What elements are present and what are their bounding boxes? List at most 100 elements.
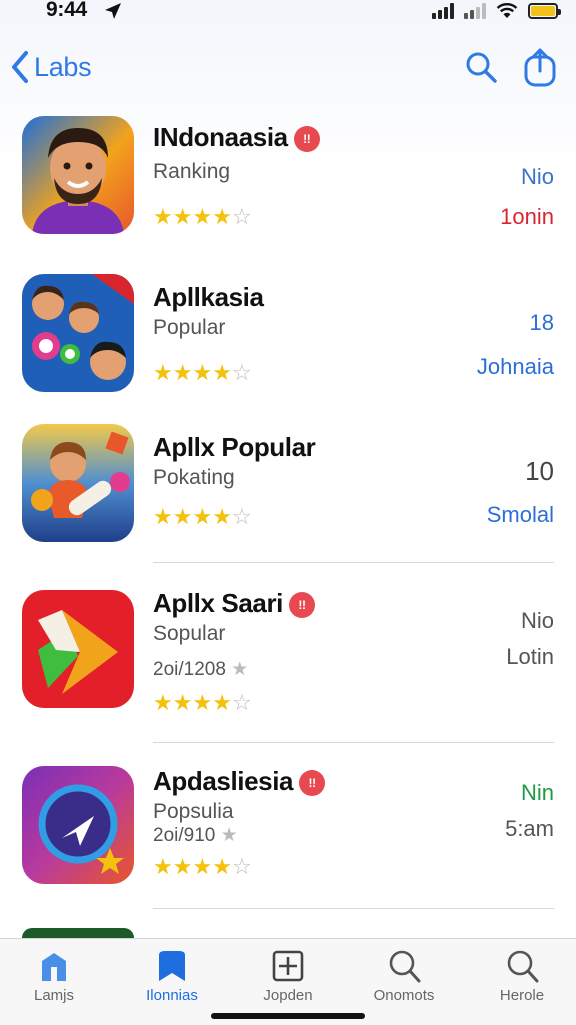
tab-bar: Lamjs Ilonnias Jopden Onomots Herole: [0, 938, 576, 1025]
arrow-logo-icon: [22, 590, 134, 708]
app-meta-top: Nin: [520, 780, 554, 805]
app-icon-avatar[interactable]: [22, 116, 134, 234]
app-name[interactable]: Apllkasia: [153, 282, 264, 313]
app-extra-text: 2oi/910: [153, 825, 216, 846]
battery-level: [531, 6, 555, 16]
search-icon[interactable]: [464, 50, 498, 84]
tab-label: Jopden: [263, 987, 313, 1004]
app-badge: !!: [293, 126, 320, 152]
tab-label: Lamjs: [33, 987, 74, 1004]
app-name-text: Apllx Popular: [153, 432, 316, 462]
app-meta-bottom: Smolal: [486, 502, 554, 527]
tab-ilonnias[interactable]: Ilonnias: [122, 949, 222, 1004]
star-icon: ★: [220, 825, 238, 846]
app-name-text: Apllx Saari: [153, 588, 283, 618]
star-outline-icon: ☆: [231, 204, 252, 229]
star-filled-icon: ★: [172, 360, 193, 385]
tab-onomots[interactable]: Onomots: [354, 949, 454, 1004]
search-icon: [389, 950, 421, 983]
battery-icon: [528, 3, 561, 19]
share-icon[interactable]: [522, 47, 558, 87]
star-filled-icon: ★: [212, 204, 232, 229]
app-name-text: INdonaasia: [153, 122, 288, 152]
star-filled-icon: ★: [153, 690, 173, 715]
list-item[interactable]: Apdasliesia!! Popsulia 2oi/910 ★ ★★★★☆ N…: [0, 766, 576, 910]
cellular-signal-icon: [432, 3, 454, 19]
back-button[interactable]: Labs: [10, 50, 92, 84]
app-name[interactable]: Apllx Saari!!: [153, 588, 315, 619]
app-subtitle: Popular: [153, 316, 226, 339]
star-filled-icon: ★: [212, 854, 232, 879]
kids-illustration-icon: [22, 274, 134, 392]
star-rating: ★★★★☆: [153, 690, 252, 716]
app-meta-bottom: 1onin: [500, 204, 554, 229]
app-name[interactable]: Apllx Popular: [153, 432, 316, 463]
game-illustration-icon: [22, 424, 134, 542]
app-icon-kids[interactable]: [22, 274, 134, 392]
avatar-illustration-icon: [22, 116, 134, 234]
status-time: 9:44: [46, 0, 87, 21]
map-pin-icon: [42, 953, 66, 981]
app-badge: !!: [289, 592, 315, 618]
row-separator: [153, 742, 554, 743]
app-name[interactable]: INdonaasia!!: [153, 122, 320, 153]
tab-herole[interactable]: Herole: [472, 949, 572, 1004]
list-item[interactable]: Apllx Saari!! Sopular 2oi/1208 ★ ★★★★☆ N…: [0, 588, 576, 744]
plus-square-icon: [272, 950, 304, 982]
tab-label: Onomots: [373, 987, 435, 1004]
home-indicator: [211, 1013, 365, 1019]
star-filled-icon: ★: [212, 504, 232, 529]
app-meta-top: 18: [529, 310, 554, 335]
star-filled-icon: ★: [192, 504, 213, 529]
app-icon-plane[interactable]: [22, 766, 134, 884]
navigation-bar: Labs: [0, 44, 576, 94]
tab-lamjs[interactable]: Lamjs: [4, 949, 104, 1004]
status-indicators: [432, 2, 561, 19]
star-filled-icon: ★: [192, 204, 213, 229]
list-item[interactable]: Apllkasia Popular ★★★★☆ 18 Johnaia: [0, 274, 576, 404]
star-outline-icon: ☆: [231, 360, 252, 385]
star-filled-icon: ★: [172, 854, 193, 879]
star-rating: ★★★★☆: [153, 360, 252, 386]
star-filled-icon: ★: [212, 690, 232, 715]
app-icon-game[interactable]: [22, 424, 134, 542]
star-filled-icon: ★: [192, 360, 213, 385]
star-icon: ★: [231, 659, 249, 680]
list-item[interactable]: Apllx Popular Pokating ★★★★☆ 10 Smolal: [0, 424, 576, 564]
back-label: Labs: [34, 51, 92, 82]
star-filled-icon: ★: [192, 854, 213, 879]
app-subtitle: Popsulia: [153, 800, 234, 823]
star-outline-icon: ☆: [231, 690, 252, 715]
tab-label: Herole: [499, 987, 545, 1004]
list-item[interactable]: INdonaasia!! Ranking ★★★★☆ Nio 1onin: [0, 116, 576, 246]
app-meta-bottom: 5:am: [505, 816, 554, 841]
app-name-text: Apllkasia: [153, 282, 264, 312]
app-meta-top: Nio: [520, 608, 554, 633]
star-filled-icon: ★: [153, 360, 173, 385]
list-item-partial[interactable]: [0, 928, 576, 938]
star-filled-icon: ★: [172, 504, 193, 529]
star-filled-icon: ★: [192, 690, 213, 715]
star-outline-icon: ☆: [231, 854, 252, 879]
star-filled-icon: ★: [172, 690, 193, 715]
star-rating: ★★★★☆: [153, 854, 252, 880]
cellular-signal-secondary-icon: [464, 3, 486, 19]
star-filled-icon: ★: [153, 854, 173, 879]
tab-jopden[interactable]: Jopden: [238, 949, 338, 1004]
app-extra-info: 2oi/910 ★: [153, 824, 238, 847]
app-name-text: Apdasliesia: [153, 766, 294, 796]
app-subtitle: Ranking: [153, 160, 231, 183]
app-meta-top: 10: [525, 456, 554, 486]
row-separator: [153, 562, 554, 563]
tab-label: Ilonnias: [146, 987, 198, 1004]
app-icon-arrow[interactable]: [22, 590, 134, 708]
app-name[interactable]: Apdasliesia!!: [153, 766, 326, 797]
plane-logo-icon: [22, 766, 134, 884]
app-badge: !!: [299, 770, 326, 796]
star-filled-icon: ★: [212, 360, 232, 385]
star-filled-icon: ★: [153, 204, 173, 229]
app-subtitle: Pokating: [153, 466, 235, 489]
star-filled-icon: ★: [172, 204, 193, 229]
app-icon-partial[interactable]: [22, 928, 134, 938]
star-rating: ★★★★☆: [153, 204, 252, 230]
